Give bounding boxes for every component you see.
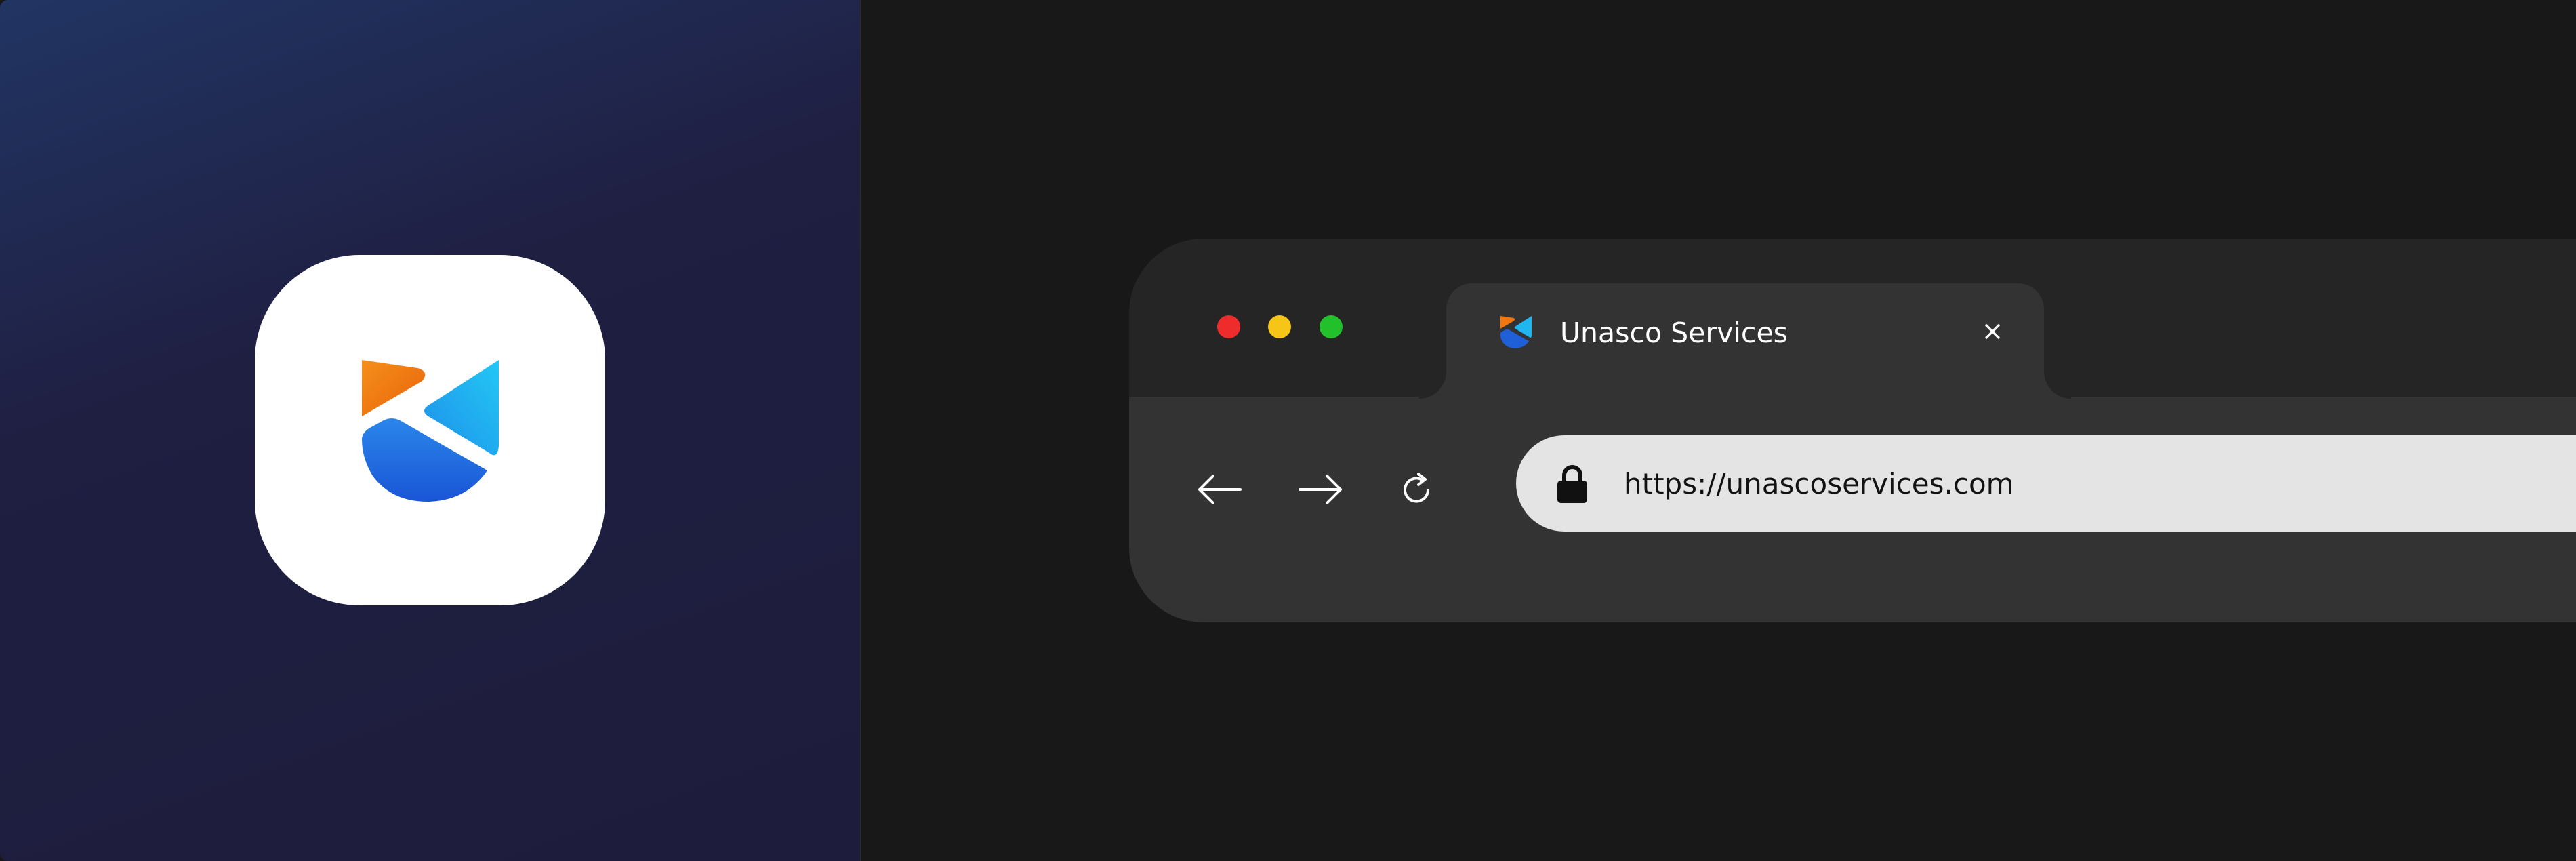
url-text[interactable]: https://unascoservices.com (1624, 465, 2014, 503)
tab-corner-right (2044, 372, 2071, 399)
unasco-favicon-icon (1500, 316, 1532, 348)
tab-corner-left (1419, 372, 1446, 399)
close-icon[interactable] (1978, 317, 2007, 346)
lock-icon (1557, 465, 1587, 503)
window-maximize-dot[interactable] (1320, 315, 1343, 338)
arrow-right-icon[interactable] (1293, 466, 1347, 513)
brand-panel (0, 0, 861, 861)
arrow-left-icon[interactable] (1193, 466, 1247, 513)
promo-banner: Unasco Services https://unascoservices.c… (0, 0, 2576, 861)
app-icon-tile (255, 255, 605, 605)
reload-icon[interactable] (1398, 466, 1439, 513)
window-close-dot[interactable] (1217, 315, 1240, 338)
window-minimize-dot[interactable] (1268, 315, 1291, 338)
unasco-logo-icon (362, 360, 499, 502)
tab-title: Unasco Services (1560, 317, 1788, 349)
